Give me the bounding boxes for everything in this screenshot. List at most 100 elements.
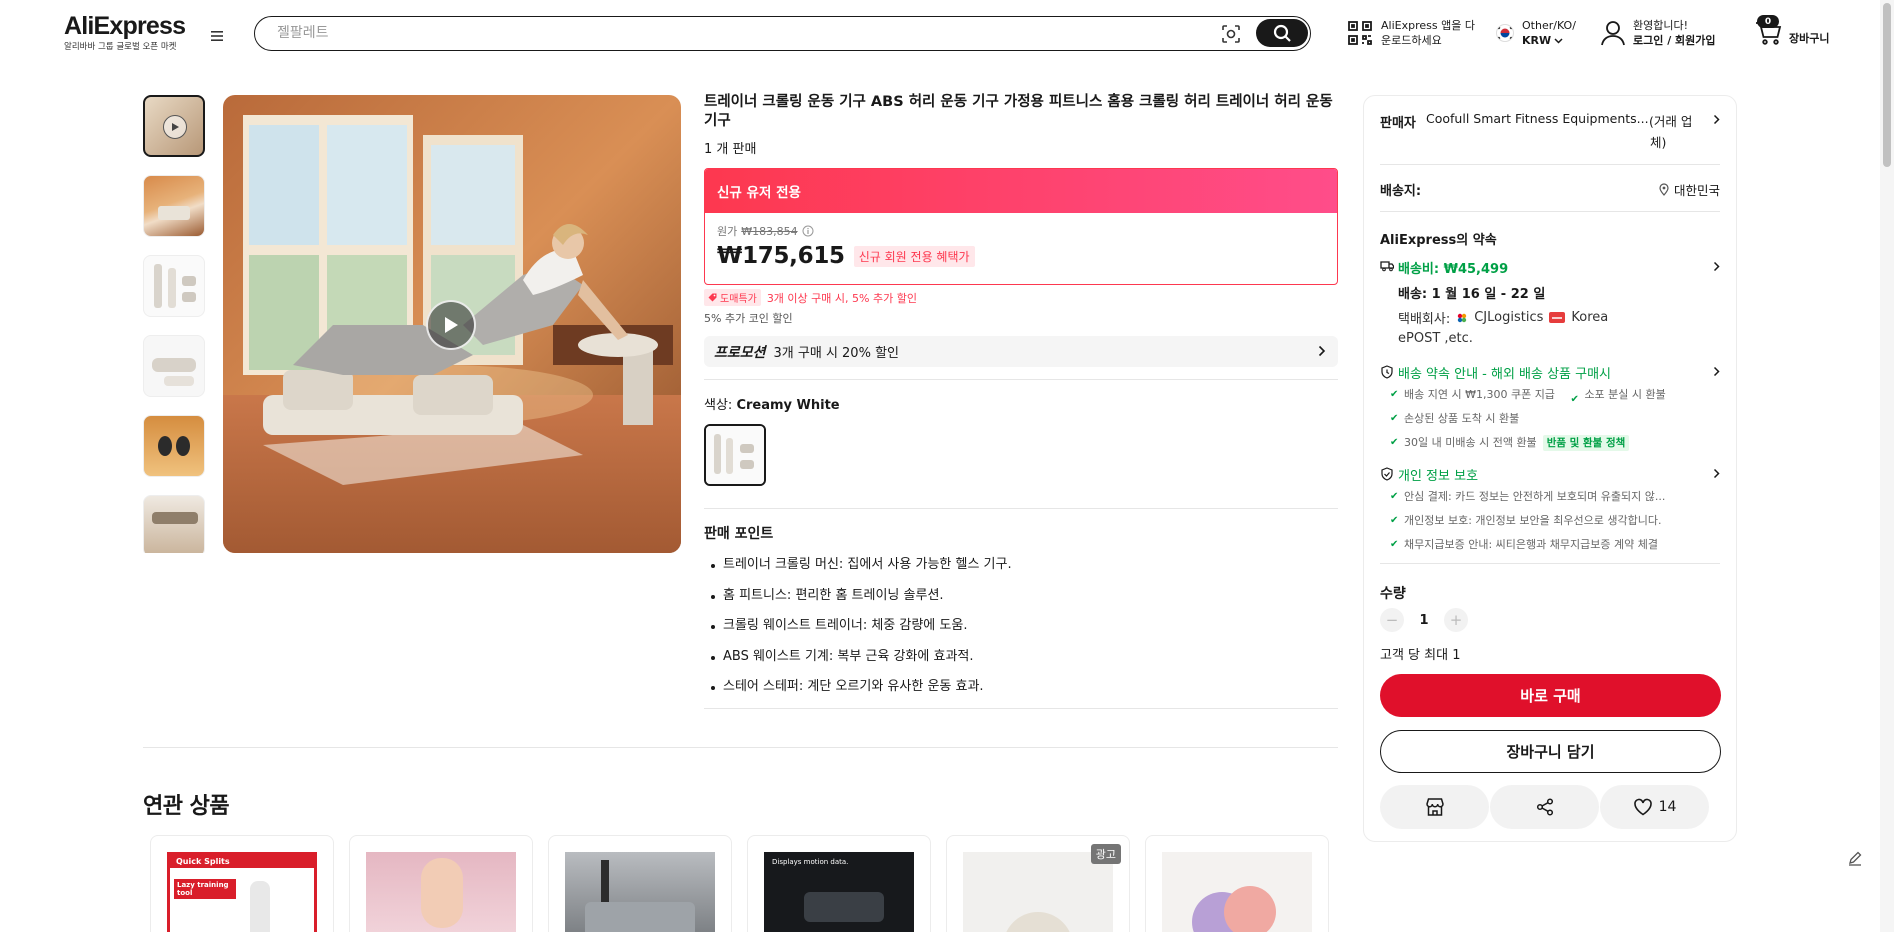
login-link[interactable]: 로그인 / 회원가입: [1633, 34, 1716, 47]
seller-name[interactable]: Coofull Smart Fitness Equipments...: [1426, 111, 1649, 126]
play-video-button[interactable]: [426, 300, 476, 350]
related-product-card[interactable]: [548, 835, 732, 932]
thumbnail-video[interactable]: [143, 95, 205, 157]
scrollbar-thumb[interactable]: [1883, 3, 1891, 167]
related-product-card[interactable]: Quick Splits Lazy training tool: [150, 835, 334, 932]
thumbnail-image[interactable]: [143, 495, 205, 553]
search-bar: [254, 16, 1311, 51]
carrier-name-1: CJLogistics: [1474, 310, 1544, 325]
thumbnail-image[interactable]: [143, 415, 205, 477]
ship-to-row[interactable]: 배송지: 대한민국: [1380, 180, 1720, 200]
heart-icon: [1633, 798, 1652, 816]
original-price: ₩183,854: [741, 224, 798, 238]
chevron-down-icon: [1554, 37, 1563, 44]
delivery-guarantee-row[interactable]: 배송 약속 안내 - 해외 배송 상품 구매시: [1380, 363, 1720, 382]
chevron-right-icon: [1713, 114, 1720, 125]
app-download-line2: 운로드하세요: [1381, 34, 1442, 47]
shipping-fee: 배송비: ₩45,499: [1398, 262, 1509, 277]
page-scrollbar[interactable]: [1880, 0, 1894, 932]
bulk-deal-badge: 도매특가: [704, 289, 761, 306]
card-banner-text: Quick Splits: [170, 855, 314, 868]
guarantee-item-text: 소포 분실 시 환불: [1584, 388, 1666, 401]
related-product-card[interactable]: [349, 835, 533, 932]
shield-check-icon: [1381, 467, 1393, 481]
info-icon[interactable]: [802, 225, 814, 237]
seller-row[interactable]: 판매자 Coofull Smart Fitness Equipments... …: [1380, 111, 1720, 154]
buy-now-button[interactable]: 바로 구매: [1380, 674, 1721, 717]
chevron-right-icon: [1713, 468, 1720, 479]
delivery-date: 배송: 1 월 16 일 - 22 일: [1398, 287, 1546, 302]
search-icon: [1273, 24, 1291, 42]
promotion-row[interactable]: 프로모션 3개 구매 시 20% 할인: [704, 336, 1338, 367]
privacy-item: ✔ 안심 결제: 카드 정보는 안전하게 보호되며 유출되지 않...: [1390, 490, 1666, 503]
privacy-item-text: 안심 결제: 카드 정보는 안전하게 보호되며 유출되지 않...: [1404, 490, 1666, 503]
quantity-label: 수량: [1380, 586, 1406, 602]
edit-icon[interactable]: [1842, 845, 1868, 871]
truck-icon: [1380, 261, 1394, 272]
welcome-text: 환영합니다!: [1633, 19, 1689, 32]
privacy-title: 개인 정보 보호: [1398, 469, 1479, 484]
color-label: 색상:: [704, 398, 733, 413]
related-product-card[interactable]: [1145, 835, 1329, 932]
aliexpress-logo[interactable]: AliExpress 알리바바 그룹 글로벌 오픈 마켓: [64, 12, 194, 53]
new-user-banner: 신규 유저 전용: [705, 169, 1337, 213]
quantity-value[interactable]: 1: [1404, 613, 1444, 628]
product-title: 트레이너 크롤링 운동 기구 ABS 허리 운동 기구 가정용 피트니스 홈용 …: [704, 94, 1333, 129]
divider: [704, 508, 1338, 509]
new-member-price-tag: 신규 회원 전용 혜택가: [853, 245, 975, 267]
promise-title: AliExpress의 약속: [1380, 233, 1497, 248]
chevron-right-icon: [1713, 366, 1720, 377]
related-product-card[interactable]: 광고: [946, 835, 1130, 932]
selling-point: 홈 피트니스: 편리한 홈 트레이닝 솔루션.: [711, 581, 1338, 612]
region-selector[interactable]: Other/KO/ KRW: [1496, 16, 1576, 50]
wishlist-count: 14: [1658, 799, 1677, 815]
color-swatch-creamy-white[interactable]: [704, 424, 766, 486]
chevron-right-icon: [1318, 345, 1326, 357]
account-menu[interactable]: 환영합니다! 로그인 / 회원가입: [1601, 16, 1716, 50]
seller-label: 판매자: [1380, 116, 1416, 131]
user-icon: [1601, 21, 1625, 46]
shipping-fee-row[interactable]: 배송비: ₩45,499: [1380, 258, 1720, 277]
carrier-name-3: ePOST ,etc.: [1398, 331, 1473, 346]
divider: [704, 379, 1338, 380]
product-thumbnail: [1162, 852, 1312, 932]
shield-clock-icon: [1381, 365, 1393, 379]
guarantee-list: ✔ 배송 지연 시 ₩1,300 쿠폰 지급 ✔ 소포 분실 시 환불 ✔ 손상된 상…: [1388, 383, 1720, 455]
share-button[interactable]: [1490, 785, 1599, 829]
seller-type-line1: (거래 업: [1649, 114, 1693, 129]
site-header: AliExpress 알리바바 그룹 글로벌 오픈 마켓 AliExpress …: [0, 0, 1894, 66]
image-search-icon[interactable]: [1220, 23, 1242, 45]
thumbnail-image[interactable]: [143, 255, 205, 317]
tag-icon: [708, 293, 717, 302]
store-button[interactable]: [1380, 785, 1489, 829]
qr-code-icon: [1348, 21, 1372, 45]
privacy-item-text: 개인정보 보호: 개인정보 보안을 최우선으로 생각합니다.: [1404, 514, 1662, 527]
search-input[interactable]: [277, 22, 1177, 44]
privacy-item-text: 채무지급보증 안내: 씨티은행과 채무지급보증 계약 체결: [1404, 538, 1658, 551]
guarantee-item: ✔ 30일 내 미배송 시 전액 환불 반품 및 환불 정책: [1388, 431, 1720, 455]
menu-icon[interactable]: [207, 26, 227, 46]
selling-point: 크롤링 웨이스트 트레이너: 체중 감량에 도움.: [711, 611, 1338, 642]
thumbnail-image[interactable]: [143, 335, 205, 397]
coin-discount-text: 5% 추가 코인 할인: [704, 312, 793, 325]
quantity-decrease-button[interactable]: −: [1380, 608, 1404, 632]
app-download[interactable]: AliExpress 앱을 다 운로드하세요: [1347, 16, 1475, 50]
original-price-label: 원가: [717, 225, 738, 238]
privacy-row[interactable]: 개인 정보 보호: [1380, 465, 1720, 484]
search-button[interactable]: [1256, 19, 1308, 47]
quantity-increase-button[interactable]: +: [1444, 608, 1468, 632]
price-card: 신규 유저 전용 원가 ₩183,854 ₩175,615 신규 회원 전용 혜…: [704, 168, 1338, 285]
thumbnail-image[interactable]: [143, 175, 205, 237]
related-product-card[interactable]: Displays motion data.: [747, 835, 931, 932]
guarantee-item: ✔ 배송 지연 시 ₩1,300 쿠폰 지급 ✔ 소포 분실 시 환불: [1390, 388, 1666, 405]
add-to-cart-button[interactable]: 장바구니 담기: [1380, 730, 1721, 773]
guarantee-item: ✔ 손상된 상품 도착 시 환불: [1390, 412, 1520, 425]
selling-point: 트레이너 크롤링 머신: 집에서 사용 가능한 헬스 기구.: [711, 550, 1338, 581]
product-thumbnail: [963, 852, 1113, 932]
wishlist-button[interactable]: 14: [1600, 785, 1709, 829]
refund-policy-tag[interactable]: 반품 및 환불 정책: [1542, 435, 1630, 451]
carrier-info: 택배회사: CJLogistics Korea ePOST ,etc.: [1398, 308, 1720, 348]
ship-to-country: 대한민국: [1673, 183, 1720, 198]
main-product-image[interactable]: [223, 95, 681, 553]
bulk-deal-text: 3개 이상 구매 시, 5% 추가 할인: [766, 291, 917, 305]
